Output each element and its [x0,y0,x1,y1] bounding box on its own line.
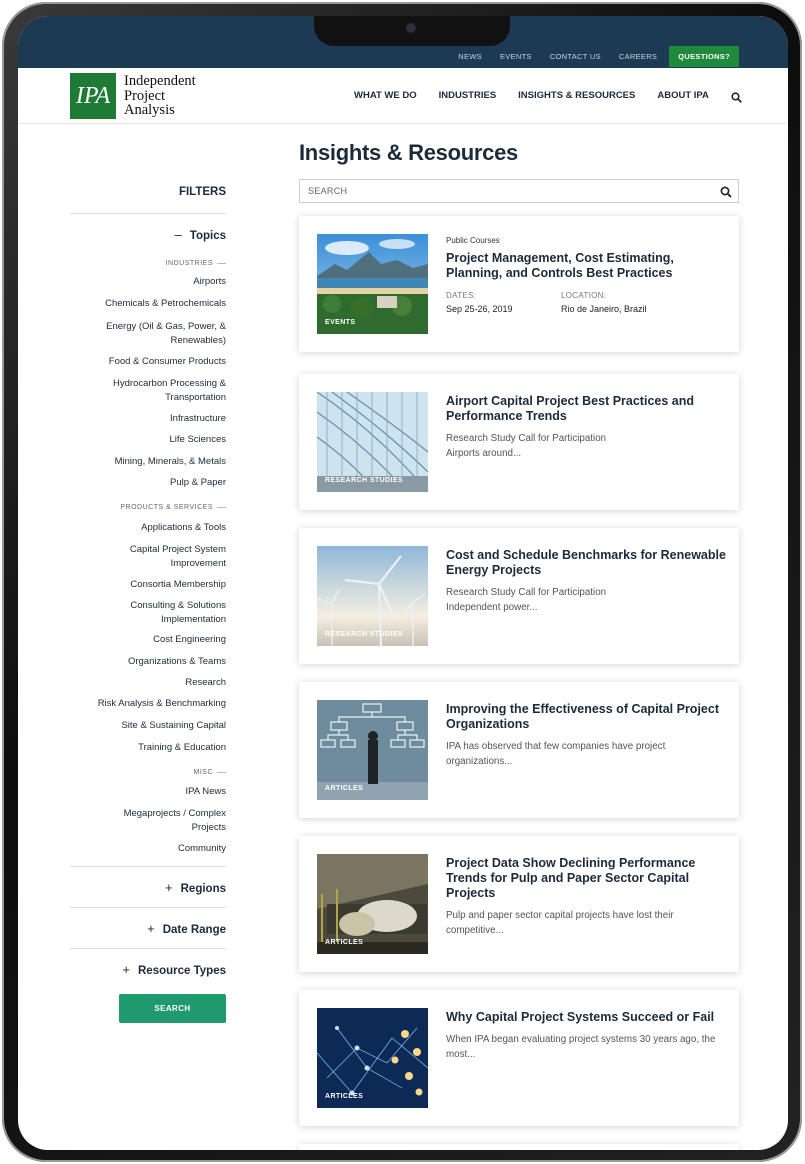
group-misc: MISC [194,769,227,776]
logo-mark[interactable]: IPA [70,73,116,119]
filter-item[interactable]: Chemicals & Petrochemicals [70,297,226,311]
card-description: Pulp and paper sector capital projects h… [446,910,674,936]
filter-item[interactable]: Site & Sustaining Capital [70,719,226,733]
filter-item[interactable]: Food & Consumer Products [70,355,226,369]
resource-card[interactable]: ARTICLES Why Capital Project Systems Suc… [299,990,739,1126]
site-header: IPA Independent Project Analysis WHAT WE… [18,68,788,124]
search-icon[interactable] [720,185,732,203]
page-title: Insights & Resources [299,140,518,165]
logo-text[interactable]: Independent Project Analysis [124,74,196,118]
filter-item[interactable]: Consortia Membership [70,578,226,592]
card-image-rio[interactable]: EVENTS [317,234,428,334]
tablet-frame: NEWS EVENTS CONTACT US CAREERS QUESTIONS… [2,2,802,1162]
plus-icon: + [122,962,130,977]
filter-item[interactable]: Research [70,676,226,690]
filter-item[interactable]: Training & Education [70,741,226,755]
card-image-airport[interactable]: RESEARCH STUDIES [317,392,428,492]
top-link-events[interactable]: EVENTS [500,52,532,61]
card-image-wind[interactable]: RESEARCH STUDIES [317,546,428,646]
card-kicker: Public Courses [446,236,500,245]
filter-item[interactable]: Airports [70,275,226,289]
filter-item[interactable]: Mining, Minerals, & Metals [70,455,226,469]
card-tag: EVENTS [325,319,356,326]
camera-icon [406,23,416,33]
filter-item[interactable]: Risk Analysis & Benchmarking [70,697,226,711]
card-description: IPA has observed that few companies have… [446,741,666,767]
filter-item[interactable]: Capital Project System Improvement [70,543,226,570]
filter-item[interactable]: Consulting & Solutions Implementation [70,599,226,626]
divider [70,907,226,908]
nav-what-we-do[interactable]: WHAT WE DO [354,90,417,101]
card-image-network[interactable]: ARTICLES [317,1008,428,1108]
plus-icon: + [147,921,155,936]
filter-item[interactable]: Energy (Oil & Gas, Power, & Renewables) [70,320,226,347]
divider [70,213,226,214]
card-image-paper-mill[interactable]: ARTICLES [317,854,428,954]
resource-card[interactable]: RESEARCH STUDIES Airport Capital Project… [299,374,739,510]
card-title[interactable]: Why Capital Project Systems Succeed or F… [446,1010,726,1025]
resource-card[interactable]: EVENTS Public Courses Project Management… [299,216,739,352]
filter-item[interactable]: Applications & Tools [70,521,226,535]
card-tag: ARTICLES [325,1093,364,1100]
dates-label: DATES: [446,291,477,300]
card-tag: RESEARCH STUDIES [325,631,403,638]
search-icon[interactable] [731,90,742,103]
filter-item[interactable]: Infrastructure [70,412,226,426]
main-nav: WHAT WE DO INDUSTRIES INSIGHTS & RESOURC… [354,90,742,103]
filter-item[interactable]: Life Sciences [70,433,226,447]
card-description: Research Study Call for Participation Ai… [446,433,607,459]
filter-item[interactable]: Organizations & Teams [70,655,226,669]
camera-notch [314,16,510,46]
divider [70,866,226,867]
top-link-news[interactable]: NEWS [458,52,482,61]
filter-item[interactable]: Hydrocarbon Processing & Transportation [70,377,226,404]
location-value: Rio de Janeiro, Brazil [561,304,647,314]
top-link-careers[interactable]: CAREERS [619,52,657,61]
card-title[interactable]: Project Management, Cost Estimating, Pla… [446,251,726,281]
plus-icon: + [165,880,173,895]
card-title[interactable]: Airport Capital Project Best Practices a… [446,394,726,424]
date-range-toggle[interactable]: + Date Range [147,921,226,936]
card-description: Research Study Call for Participation In… [446,587,607,613]
resource-card[interactable]: ARTICLES Project Data Show Declining Per… [299,836,739,972]
topics-toggle[interactable]: – Topics [175,227,226,242]
group-industries: INDUSTRIES [166,260,226,267]
nav-industries[interactable]: INDUSTRIES [439,90,497,101]
card-tag: ARTICLES [325,785,364,792]
card-image-org-chart[interactable]: ARTICLES [317,700,428,800]
resource-card[interactable]: RESEARCH STUDIES Cost and Schedule Bench… [299,528,739,664]
filter-item[interactable]: Cost Engineering [70,633,226,647]
divider [70,948,226,949]
card-title[interactable]: Improving the Effectiveness of Capital P… [446,702,726,732]
card-tag: ARTICLES [325,939,364,946]
filter-item[interactable]: Community [70,842,226,856]
filter-item[interactable]: IPA News [70,785,226,799]
regions-toggle[interactable]: + Regions [165,880,226,895]
dates-value: Sep 25-26, 2019 [446,304,513,314]
card-title[interactable]: Project Data Show Declining Performance … [446,856,726,901]
top-link-contact[interactable]: CONTACT US [550,52,601,61]
filter-item[interactable]: Pulp & Paper [70,476,226,490]
location-label: LOCATION: [561,291,607,300]
search-input[interactable] [300,180,700,202]
minus-icon: – [174,227,182,242]
filter-search-button[interactable]: SEARCH [119,994,226,1023]
search-box[interactable] [299,179,739,203]
group-products: PRODUCTS & SERVICES [120,504,226,511]
questions-button[interactable]: QUESTIONS? [669,46,739,67]
resource-card-partial[interactable] [299,1144,739,1150]
card-description: When IPA began evaluating project system… [446,1034,716,1060]
resource-card[interactable]: ARTICLES Improving the Effectiveness of … [299,682,739,818]
card-tag: RESEARCH STUDIES [325,477,403,484]
card-title[interactable]: Cost and Schedule Benchmarks for Renewab… [446,548,726,578]
screen: NEWS EVENTS CONTACT US CAREERS QUESTIONS… [18,16,788,1150]
nav-about[interactable]: ABOUT IPA [657,90,709,101]
resource-types-toggle[interactable]: + Resource Types [122,962,226,977]
nav-insights[interactable]: INSIGHTS & RESOURCES [518,90,635,101]
filter-item[interactable]: Megaprojects / Complex Projects [70,807,226,834]
filters-heading: FILTERS [178,186,226,198]
